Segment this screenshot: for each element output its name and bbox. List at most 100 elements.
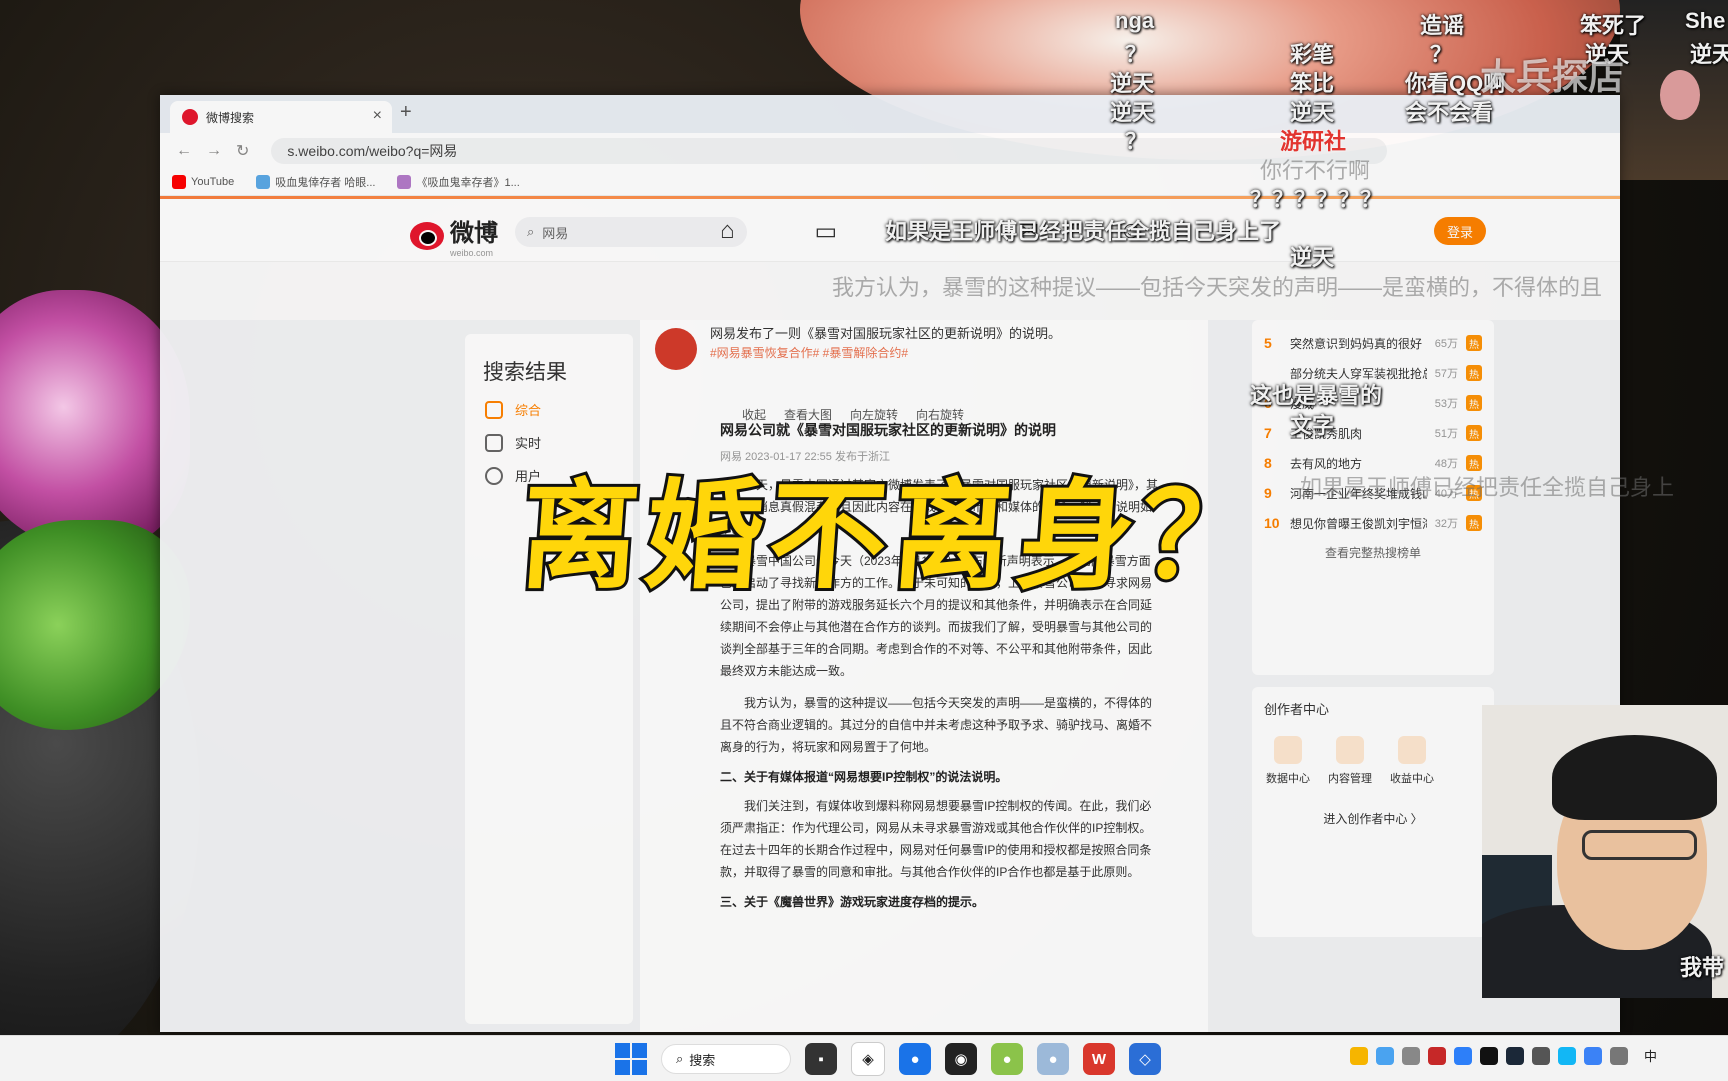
sidebar-item-comprehensive[interactable]: 综合 — [465, 386, 633, 419]
tray-icon[interactable] — [1428, 1046, 1446, 1065]
search-value: 网易 — [542, 225, 569, 241]
creator-income-center[interactable]: 收益中心 — [1388, 736, 1436, 786]
bookmark-label: 吸血鬼倖存者 哈眼... — [275, 177, 376, 189]
tray-icon[interactable] — [1480, 1046, 1498, 1065]
creator-data-center[interactable]: 数据中心 — [1264, 736, 1312, 786]
hot-rank: 5 — [1264, 335, 1272, 351]
onedrive-icon[interactable] — [1376, 1046, 1394, 1065]
home-icon[interactable]: ⌂ — [720, 217, 735, 246]
tray-icon[interactable] — [1532, 1046, 1550, 1065]
url-text: s.weibo.com/weibo?q=网易 — [287, 143, 458, 159]
tray-icon[interactable] — [1454, 1046, 1472, 1065]
creator-label: 数据中心 — [1266, 773, 1310, 785]
address-bar: ← → ↻ s.weibo.com/weibo?q=网易 — [160, 133, 1620, 169]
article-title: 网易公司就《暴雪对国服玩家社区的更新说明》的说明 — [720, 422, 1056, 438]
sidebar-title: 搜索结果 — [483, 361, 567, 384]
feed-text: 网易发布了一则《暴雪对国服玩家社区的更新说明》的说明。 — [710, 326, 1062, 341]
app-icon[interactable]: ● — [991, 1043, 1023, 1075]
obs-icon[interactable]: ◉ — [945, 1043, 977, 1075]
compass-app-icon[interactable]: ◈ — [851, 1042, 885, 1076]
weibo-favicon-icon — [182, 109, 198, 125]
danmaku-comment: 造谣 — [1420, 13, 1465, 38]
system-tray: 中 — [1350, 1046, 1657, 1065]
tab-bar: 微博搜索 × + — [160, 95, 1620, 133]
creator-title: 创作者中心 — [1264, 702, 1330, 717]
bookmark-icon — [397, 175, 412, 189]
chrome-icon[interactable]: ● — [899, 1043, 931, 1075]
video-icon[interactable]: ▭ — [815, 217, 838, 246]
new-tab-icon[interactable]: + — [400, 101, 412, 124]
danmaku-comment: 逆天 — [1290, 245, 1335, 270]
sidebar-item-label: 综合 — [515, 403, 542, 418]
danmaku-comment: 文字 — [1290, 413, 1335, 438]
windows-start-icon[interactable] — [615, 1043, 647, 1075]
close-tab-icon[interactable]: × — [373, 107, 382, 125]
game-character — [1660, 70, 1700, 120]
hot-badge-icon: 热 — [1466, 395, 1482, 411]
hot-more-link[interactable]: 查看完整热搜榜单 — [1264, 544, 1482, 561]
enter-creator-link[interactable]: 进入创作者中心 〉 — [1264, 810, 1482, 827]
danmaku-comment: 如果是王师傅已经把责任全揽自己身上了 — [885, 219, 1282, 244]
taskbar-search[interactable]: ⌕ 搜索 — [661, 1044, 791, 1074]
tray-icon[interactable] — [1402, 1046, 1420, 1065]
hot-count: 32万 — [1434, 518, 1458, 530]
hot-search-item[interactable]: 5 突然意识到妈妈真的很好 65万热 — [1264, 328, 1482, 358]
danmaku-comment: 逆天 — [1110, 71, 1155, 96]
hot-rank: 10 — [1264, 515, 1280, 531]
microphone-icon[interactable] — [1610, 1046, 1628, 1065]
hot-count: 65万 — [1434, 338, 1458, 350]
danmaku-comment: 我带 — [1680, 955, 1725, 980]
tab-title: 微博搜索 — [206, 110, 255, 125]
danmaku-comment: 逆天 — [1110, 100, 1155, 125]
realtime-icon — [485, 433, 503, 452]
app-icon[interactable]: ◇ — [1129, 1043, 1161, 1075]
ime-indicator[interactable]: 中 — [1644, 1046, 1657, 1065]
creator-content-manage[interactable]: 内容管理 — [1326, 736, 1374, 786]
hot-badge-icon: 热 — [1466, 365, 1482, 381]
youtube-icon — [172, 175, 186, 189]
forward-icon[interactable]: → — [206, 142, 222, 160]
hot-count: 57万 — [1434, 368, 1458, 380]
app-icon[interactable]: ● — [1037, 1043, 1069, 1075]
weibo-search-input[interactable]: ⌕ 网易 — [515, 217, 747, 247]
bookmark-youtube[interactable]: YouTube — [172, 175, 234, 189]
creator-grid: 数据中心 内容管理 收益中心 — [1264, 736, 1482, 786]
tray-icon[interactable] — [1584, 1046, 1602, 1065]
hot-search-item[interactable]: 10 想见你曾曝王俊凯刘宇恒海报 32万热 — [1264, 508, 1482, 538]
bookmark-label: YouTube — [191, 176, 235, 188]
qq-icon[interactable] — [1558, 1046, 1576, 1065]
hot-badge-icon: 热 — [1466, 455, 1482, 471]
wallet-icon — [1398, 736, 1426, 764]
search-sidebar: 搜索结果 综合 实时 用户 — [465, 334, 633, 1024]
login-button[interactable]: 登录 — [1434, 217, 1486, 245]
video-caption: 离婚不离身？ — [513, 464, 1273, 608]
hot-count: 48万 — [1434, 458, 1458, 470]
article-heading: 三、关于《魔兽世界》游戏玩家进度存档的提示。 — [720, 895, 985, 909]
danmaku-comment: 笨死了 — [1580, 13, 1647, 38]
wps-icon[interactable]: W — [1083, 1043, 1115, 1075]
avatar[interactable] — [655, 328, 697, 370]
url-input[interactable]: s.weibo.com/weibo?q=网易 — [271, 138, 1388, 164]
chart-icon — [1274, 736, 1302, 764]
feed-hashtag[interactable]: #网易暴雪恢复合作# #暴雪解除合约# — [710, 344, 1198, 361]
weibo-logo[interactable]: 微博 weibo.com — [410, 213, 498, 258]
task-view-icon[interactable]: ▪ — [805, 1043, 837, 1075]
feed-card: 网易发布了一则《暴雪对国服玩家社区的更新说明》的说明。 #网易暴雪恢复合作# #… — [640, 320, 1208, 1032]
browser-tab[interactable]: 微博搜索 × — [170, 101, 392, 133]
danmaku-comment: 这也是暴雪的 — [1250, 383, 1383, 408]
bookmarks-bar: YouTube 吸血鬼倖存者 哈眼... 《吸血鬼幸存者》1... — [160, 169, 1620, 196]
hot-label: 想见你曾曝王俊凯刘宇恒海报 — [1290, 516, 1427, 531]
reload-icon[interactable]: ↻ — [236, 141, 249, 161]
steam-icon[interactable] — [1506, 1046, 1524, 1065]
weibo-eye-icon — [410, 221, 444, 250]
tray-icon[interactable] — [1350, 1046, 1368, 1065]
taskbar-apps: ⌕ 搜索 ▪ ◈ ● ◉ ● ● W ◇ — [615, 1042, 1161, 1076]
bookmark-item[interactable]: 《吸血鬼幸存者》1... — [397, 174, 520, 190]
danmaku-comment: 你行不行啊 — [1260, 158, 1371, 183]
back-icon[interactable]: ← — [176, 142, 192, 160]
streamer-hair — [1552, 735, 1717, 820]
taskbar-search-label: 搜索 — [689, 1052, 716, 1068]
hot-badge-icon: 热 — [1466, 425, 1482, 441]
hot-rank: 7 — [1264, 425, 1272, 441]
bookmark-item[interactable]: 吸血鬼倖存者 哈眼... — [256, 174, 375, 190]
